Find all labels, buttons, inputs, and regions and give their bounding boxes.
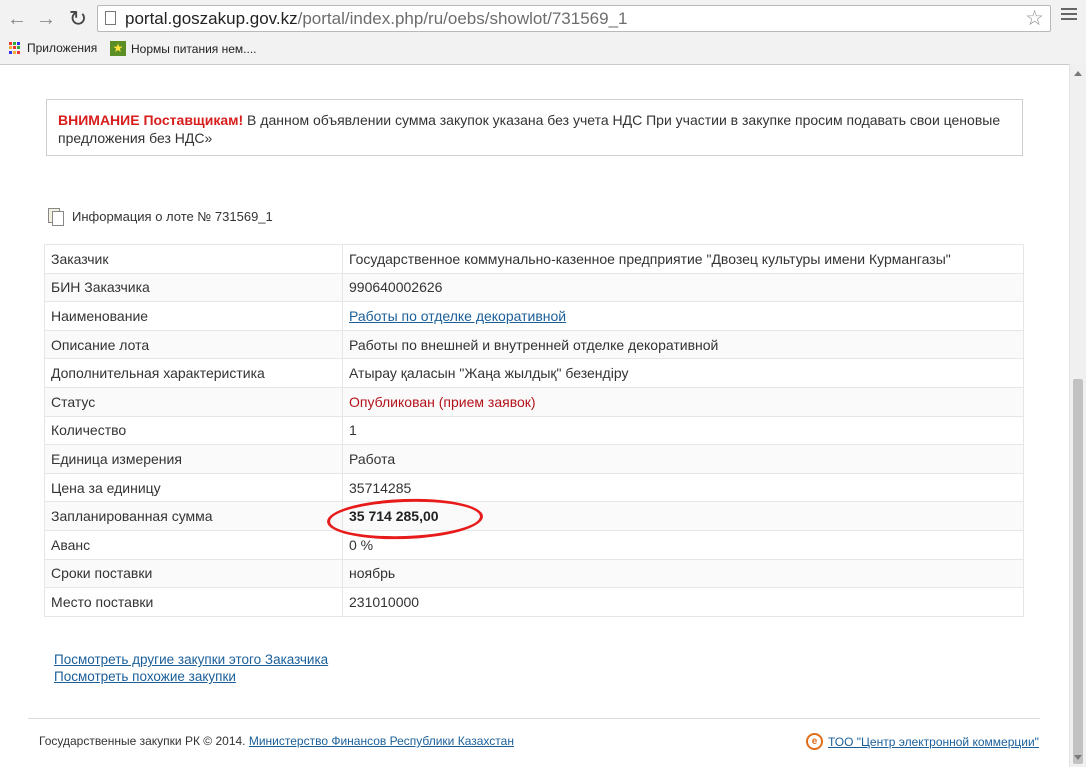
- planned-sum-value: 35 714 285,00: [326, 496, 484, 542]
- scrollbar[interactable]: [1069, 64, 1086, 767]
- row-label: Описание лота: [44, 329, 343, 360]
- table-row: Аванс 0 %: [44, 529, 1024, 560]
- row-value-cell: Работы по отделке декоративной: [342, 301, 1024, 331]
- row-label: Статус: [44, 386, 343, 417]
- warning-text: ВНИМАНИЕ Поставщикам! В данном объявлени…: [58, 111, 1008, 147]
- copyright-text: Государственные закупки РК © 2014.: [39, 734, 249, 748]
- row-label: Дополнительная характеристика: [44, 358, 343, 388]
- status-value: Опубликован (прием заявок): [342, 386, 1024, 417]
- lot-name-link[interactable]: Работы по отделке декоративной: [349, 308, 566, 324]
- bookmark-apps-label: Приложения: [27, 41, 98, 55]
- row-value: 231010000: [342, 587, 1024, 617]
- table-row: Место поставки 231010000: [44, 587, 1024, 617]
- row-value: Работа: [342, 444, 1024, 474]
- bookmark-star-icon[interactable]: ☆: [1025, 6, 1044, 31]
- related-links: Посмотреть другие закупки этого Заказчик…: [54, 651, 328, 685]
- url-text: portal.goszakup.gov.kz/portal/index.php/…: [125, 8, 627, 30]
- address-bar[interactable]: portal.goszakup.gov.kz/portal/index.php/…: [97, 5, 1051, 32]
- forward-arrow-icon[interactable]: →: [34, 7, 58, 31]
- row-label: Сроки поставки: [44, 558, 343, 589]
- row-label: Запланированная сумма: [44, 501, 343, 531]
- bookmark-apps[interactable]: Приложения: [9, 41, 97, 55]
- table-row: Сроки поставки ноябрь: [44, 558, 1024, 589]
- ecc-logo-icon: e: [806, 733, 823, 750]
- table-row: Описание лота Работы по внешней и внутрен…: [44, 329, 1024, 360]
- row-label: Единица измерения: [44, 444, 343, 474]
- scroll-down-icon[interactable]: [1074, 755, 1082, 760]
- bookmarks-bar: Приложения ★ Нормы питания нем....: [0, 38, 1086, 60]
- row-label: Количество: [44, 415, 343, 446]
- row-value: 990640002626: [342, 272, 1024, 303]
- lot-info-heading: Информация о лоте № 731569_1: [48, 208, 273, 226]
- supplier-warning-box: ВНИМАНИЕ Поставщикам! В данном объявлени…: [46, 99, 1023, 156]
- footer-divider: [28, 718, 1040, 719]
- lot-title: Информация о лоте № 731569_1: [72, 208, 273, 224]
- table-row: Наименование Работы по отделке декоративн…: [44, 301, 1024, 331]
- lot-info-table: Заказчик Государственное коммунально-казе…: [44, 244, 1024, 617]
- row-label: Цена за единицу: [44, 472, 343, 503]
- footer-copyright: Государственные закупки РК © 2014. Минис…: [39, 734, 514, 748]
- similar-purchases-link[interactable]: Посмотреть похожие закупки: [54, 668, 328, 685]
- footer-ecc: e ТОО "Центр электронной коммерции": [806, 733, 1039, 750]
- bookmark-nutrition[interactable]: ★ Нормы питания нем....: [110, 41, 257, 56]
- row-label: Место поставки: [44, 587, 343, 617]
- table-row: Количество 1: [44, 415, 1024, 446]
- row-value: 1: [342, 415, 1024, 446]
- row-value: Атырау қаласын "Жаңа жылдық" безендіру: [342, 358, 1024, 388]
- row-value: Работы по внешней и внутренней отделке д…: [342, 329, 1024, 360]
- menu-icon[interactable]: [1058, 5, 1080, 27]
- table-row: Запланированная сумма 35 714 285,00: [44, 496, 1024, 542]
- table-row: Цена за единицу 35714285: [44, 472, 1024, 503]
- scroll-up-icon[interactable]: [1074, 71, 1082, 76]
- row-value: Государственное коммунально-казенное пре…: [342, 244, 1024, 274]
- table-row: Дополнительная характеристика Атырау қала…: [44, 358, 1024, 388]
- document-icon: [48, 208, 64, 226]
- row-value: ноябрь: [342, 558, 1024, 589]
- star-bookmark-icon: ★: [110, 41, 126, 56]
- table-row: Единица измерения Работа: [44, 444, 1024, 474]
- ecc-link[interactable]: ТОО "Центр электронной коммерции": [828, 735, 1039, 749]
- row-label: Заказчик: [44, 244, 343, 274]
- bookmark-nutrition-label: Нормы питания нем....: [131, 41, 257, 56]
- back-arrow-icon[interactable]: ←: [5, 7, 29, 31]
- other-purchases-link[interactable]: Посмотреть другие закупки этого Заказчик…: [54, 651, 328, 668]
- ministry-link[interactable]: Министерство Финансов Республики Казахст…: [249, 734, 514, 748]
- warning-prefix: ВНИМАНИЕ Поставщикам!: [58, 112, 244, 128]
- row-label: БИН Заказчика: [44, 272, 343, 303]
- url-path: /portal/index.php/ru/oebs/showlot/731569…: [297, 9, 628, 28]
- apps-grid-icon: [9, 41, 22, 55]
- table-row: Статус Опубликован (прием заявок): [44, 386, 1024, 417]
- row-value: 0 %: [342, 529, 1024, 560]
- table-row: Заказчик Государственное коммунально-казе…: [44, 244, 1024, 274]
- table-row: БИН Заказчика 990640002626: [44, 272, 1024, 303]
- scroll-thumb[interactable]: [1073, 379, 1083, 764]
- url-host: portal.goszakup.gov.kz: [125, 9, 298, 28]
- row-value: 35714285: [342, 472, 1024, 503]
- reload-icon[interactable]: ↻: [66, 7, 90, 31]
- browser-toolbar: ← → ↻ portal.goszakup.gov.kz/portal/inde…: [0, 0, 1086, 65]
- row-label: Наименование: [44, 301, 343, 331]
- row-label: Аванс: [44, 529, 343, 560]
- planned-sum-text: 35 714 285,00: [349, 508, 439, 525]
- planned-sum-cell: 35 714 285,00: [326, 496, 1024, 542]
- page-icon: [105, 11, 116, 25]
